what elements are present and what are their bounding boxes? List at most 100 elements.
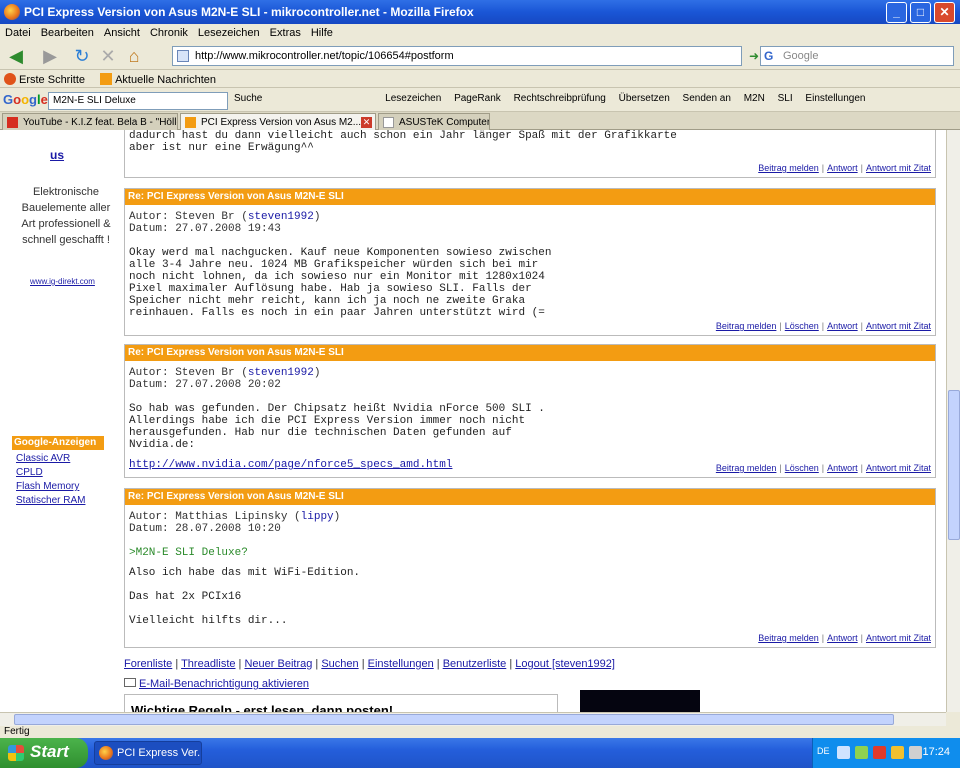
footer-link-threadliste[interactable]: Threadliste bbox=[181, 658, 235, 670]
scroll-thumb[interactable] bbox=[948, 390, 960, 540]
google-search-input[interactable]: M2N-E SLI Deluxe bbox=[48, 92, 228, 110]
gtb-suche[interactable]: Suche bbox=[234, 93, 262, 104]
email-notify-link[interactable]: E-Mail-Benachrichtigung aktivieren bbox=[124, 678, 309, 690]
google-ad-link[interactable]: CPLD bbox=[16, 467, 43, 478]
delete-link[interactable]: Löschen bbox=[785, 463, 819, 473]
gtb-m2n[interactable]: M2N bbox=[744, 93, 765, 104]
google-icon: G bbox=[764, 49, 774, 63]
footer-link-suchen[interactable]: Suchen bbox=[321, 658, 358, 670]
reply-quote-link[interactable]: Antwort mit Zitat bbox=[866, 321, 931, 331]
bookmark-label: Erste Schritte bbox=[19, 74, 86, 86]
footer-link-benutzerliste[interactable]: Benutzerliste bbox=[443, 658, 507, 670]
network-icon[interactable] bbox=[837, 746, 850, 759]
menu-extras[interactable]: Extras bbox=[265, 24, 306, 39]
horizontal-scrollbar[interactable] bbox=[0, 712, 946, 726]
forward-arrow-icon[interactable]: ▶ bbox=[38, 45, 62, 67]
windows-taskbar: Start PCI Express Ver... DE 17:24 bbox=[0, 738, 960, 768]
language-indicator[interactable]: DE bbox=[817, 746, 830, 756]
author-nick-link[interactable]: steven1992 bbox=[248, 367, 314, 379]
reply-link[interactable]: Antwort bbox=[827, 463, 858, 473]
window-title: PCI Express Version von Asus M2N-E SLI -… bbox=[24, 5, 474, 19]
google-toolbar-items: Suche Lesezeichen PageRank Rechtschreibp… bbox=[234, 93, 875, 104]
sidebar-us-link[interactable]: us bbox=[50, 148, 64, 162]
minimize-button[interactable]: _ bbox=[886, 2, 907, 23]
email-notify-label: E-Mail-Benachrichtigung aktivieren bbox=[139, 678, 309, 690]
bookmark-aktuelle-nachrichten[interactable]: Aktuelle Nachrichten bbox=[96, 70, 224, 86]
nvidia-specs-link[interactable]: http://www.nvidia.com/page/nforce5_specs… bbox=[129, 459, 452, 471]
tray-app-icon[interactable] bbox=[891, 746, 904, 759]
maximize-button[interactable]: □ bbox=[910, 2, 931, 23]
start-button[interactable]: Start bbox=[0, 738, 88, 768]
google-ad-link[interactable]: Flash Memory bbox=[16, 481, 79, 492]
quote-text: >M2N-E SLI Deluxe? bbox=[129, 547, 248, 559]
menu-hilfe[interactable]: Hilfe bbox=[306, 24, 338, 39]
sidebar-ad-link[interactable]: www.ig-direkt.com bbox=[30, 277, 95, 286]
post-body: dadurch hast du dann vielleicht auch sch… bbox=[129, 130, 677, 154]
reply-link[interactable]: Antwort bbox=[827, 163, 858, 173]
menu-ansicht[interactable]: Ansicht bbox=[99, 24, 145, 39]
close-button[interactable]: ✕ bbox=[934, 2, 955, 23]
page-icon bbox=[383, 117, 394, 128]
footer-link-logout[interactable]: Logout [steven1992] bbox=[515, 658, 615, 670]
menu-datei[interactable]: Datei bbox=[0, 24, 36, 39]
scroll-thumb[interactable] bbox=[14, 714, 894, 725]
gtb-lesezeichen[interactable]: Lesezeichen bbox=[385, 93, 441, 104]
post-date: Datum: 27.07.2008 19:43 bbox=[129, 223, 281, 235]
post-body: Also ich habe das mit WiFi-Edition. Das … bbox=[129, 567, 361, 627]
report-post-link[interactable]: Beitrag melden bbox=[758, 633, 819, 643]
status-bar: Fertig bbox=[0, 726, 960, 738]
google-ad-link[interactable]: Statischer RAM bbox=[16, 495, 85, 506]
tray-app-icon[interactable] bbox=[855, 746, 868, 759]
gtb-senden[interactable]: Senden an bbox=[683, 93, 731, 104]
gtb-sli[interactable]: SLI bbox=[778, 93, 793, 104]
footer-link-einstellungen[interactable]: Einstellungen bbox=[368, 658, 434, 670]
author-nick-link[interactable]: lippy bbox=[301, 511, 334, 523]
report-post-link[interactable]: Beitrag melden bbox=[758, 163, 819, 173]
reply-link[interactable]: Antwort bbox=[827, 321, 858, 331]
security-shield-icon[interactable] bbox=[873, 746, 886, 759]
taskbar-firefox-item[interactable]: PCI Express Ver... bbox=[94, 741, 202, 765]
post-actions: Beitrag melden | Antwort | Antwort mit Zitat bbox=[758, 633, 931, 643]
stop-icon[interactable]: ✕ bbox=[96, 45, 120, 67]
page-icon bbox=[177, 50, 189, 62]
menu-bearbeiten[interactable]: Bearbeiten bbox=[36, 24, 99, 39]
search-input[interactable]: G Google bbox=[760, 46, 954, 66]
tab-pci-express[interactable]: PCI Express Version von Asus M2... ✕ bbox=[180, 113, 376, 130]
tab-label: PCI Express Version von Asus M2... bbox=[201, 117, 362, 128]
author-nick-link[interactable]: steven1992 bbox=[248, 211, 314, 223]
post-title: Re: PCI Express Version von Asus M2N-E S… bbox=[125, 345, 935, 361]
google-logo: Google bbox=[3, 92, 48, 107]
reload-icon[interactable]: ↻ bbox=[70, 45, 94, 67]
footer-link-neuer-beitrag[interactable]: Neuer Beitrag bbox=[244, 658, 312, 670]
volume-icon[interactable] bbox=[909, 746, 922, 759]
google-ad-link[interactable]: Classic AVR bbox=[16, 453, 70, 464]
post-actions: Beitrag melden | Antwort | Antwort mit Zitat bbox=[758, 163, 931, 173]
tab-youtube[interactable]: YouTube - K.I.Z feat. Bela B - "Hölle"..… bbox=[2, 113, 178, 130]
bookmark-erste-schritte[interactable]: Erste Schritte bbox=[0, 70, 93, 86]
gtb-einstellungen[interactable]: Einstellungen bbox=[805, 93, 865, 104]
menu-chronik[interactable]: Chronik bbox=[145, 24, 193, 39]
reply-quote-link[interactable]: Antwort mit Zitat bbox=[866, 163, 931, 173]
windows-logo-icon bbox=[8, 745, 24, 761]
footer-link-forenliste[interactable]: Forenliste bbox=[124, 658, 172, 670]
report-post-link[interactable]: Beitrag melden bbox=[716, 321, 777, 331]
gtb-uebersetzen[interactable]: Übersetzen bbox=[619, 93, 670, 104]
url-text: http://www.mikrocontroller.net/topic/106… bbox=[195, 50, 454, 62]
home-icon[interactable]: ⌂ bbox=[122, 45, 146, 67]
reply-link[interactable]: Antwort bbox=[827, 633, 858, 643]
back-arrow-icon[interactable]: ◀ bbox=[4, 45, 28, 67]
report-post-link[interactable]: Beitrag melden bbox=[716, 463, 777, 473]
close-tab-icon[interactable]: ✕ bbox=[361, 117, 372, 128]
reply-quote-link[interactable]: Antwort mit Zitat bbox=[866, 633, 931, 643]
url-bar[interactable]: http://www.mikrocontroller.net/topic/106… bbox=[172, 46, 742, 66]
menu-lesezeichen[interactable]: Lesezeichen bbox=[193, 24, 265, 39]
delete-link[interactable]: Löschen bbox=[785, 321, 819, 331]
tab-label: YouTube - K.I.Z feat. Bela B - "Hölle"..… bbox=[23, 117, 178, 128]
tab-asus[interactable]: ASUSTeK Computer Inc. bbox=[378, 113, 490, 130]
vertical-scrollbar[interactable] bbox=[946, 130, 960, 712]
task-label: PCI Express Ver... bbox=[117, 747, 202, 759]
gtb-rechtschreibung[interactable]: Rechtschreibprüfung bbox=[514, 93, 606, 104]
gtb-pagerank[interactable]: PageRank bbox=[454, 93, 501, 104]
reply-quote-link[interactable]: Antwort mit Zitat bbox=[866, 463, 931, 473]
forum-footer-links: Forenliste | Threadliste | Neuer Beitrag… bbox=[124, 658, 615, 670]
